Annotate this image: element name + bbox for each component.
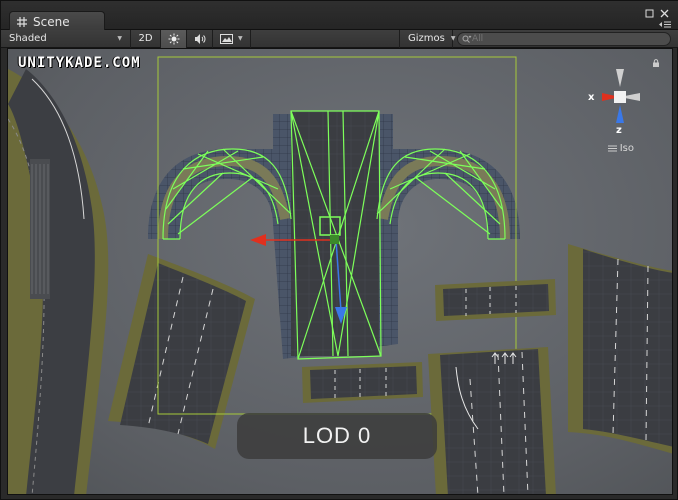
tab-label: Scene [33,14,70,29]
watermark: UNITYKADE.COM [18,55,141,71]
axis-z-label: z [616,125,622,136]
left-highway [8,69,109,494]
scene-toolbar: Shaded ▼ 2D ▼ Gizmos ▼ [1,29,678,48]
maximize-button[interactable] [645,9,654,18]
lod-label: LOD 0 [302,423,372,448]
axis-gizmo-icon [602,69,640,123]
scene-window: Scene Shaded ▼ 2D ▼ Gizmos ▼ All UNITYKA… [0,0,678,500]
image-effects-icon [220,33,233,44]
shading-mode-label: Shaded [9,33,47,44]
scene-viewport[interactable]: UNITYKADE.COM x z Iso LOD 0 [7,48,673,495]
toggle-2d-button[interactable]: 2D [131,29,161,48]
tab-scene[interactable]: Scene [9,11,105,31]
search-icon [462,35,472,43]
close-icon [660,9,669,18]
axis-x-label: x [588,92,595,103]
lower-left-road [108,254,255,449]
straight-road-small [435,279,556,321]
lock-icon[interactable] [652,59,660,67]
search-field[interactable] [457,32,671,46]
audio-icon [194,33,205,44]
orientation-gizmo[interactable]: x z [580,67,660,155]
shading-mode-dropdown[interactable]: Shaded ▼ [1,29,131,48]
search-input[interactable] [472,34,652,44]
dropdown-arrow-icon: ▼ [238,35,243,42]
scene-lighting-button[interactable] [161,29,187,48]
view-mode-label: Iso [619,143,634,154]
scene-grid-icon [17,16,27,27]
maximize-icon [645,9,654,18]
dropdown-arrow-icon: ▼ [117,35,122,42]
sun-icon [168,33,179,44]
right-curve-road [568,244,672,454]
merge-road [428,347,556,494]
gizmos-dropdown[interactable]: Gizmos ▼ [399,29,456,48]
menu-icon [607,145,617,152]
toggle-2d-label: 2D [138,33,153,44]
view-mode-toggle[interactable]: Iso [607,143,634,154]
gizmos-label: Gizmos [408,33,445,44]
menu-icon[interactable] [659,21,671,28]
straight-road-bottom [302,362,423,403]
dropdown-arrow-icon: ▼ [450,35,456,42]
window-controls [645,9,669,18]
scene-audio-button[interactable] [187,29,213,48]
image-effects-dropdown[interactable]: ▼ [213,29,251,48]
tab-bar: Scene [1,1,678,31]
close-button[interactable] [660,9,669,18]
lod-indicator: LOD 0 [237,413,437,459]
